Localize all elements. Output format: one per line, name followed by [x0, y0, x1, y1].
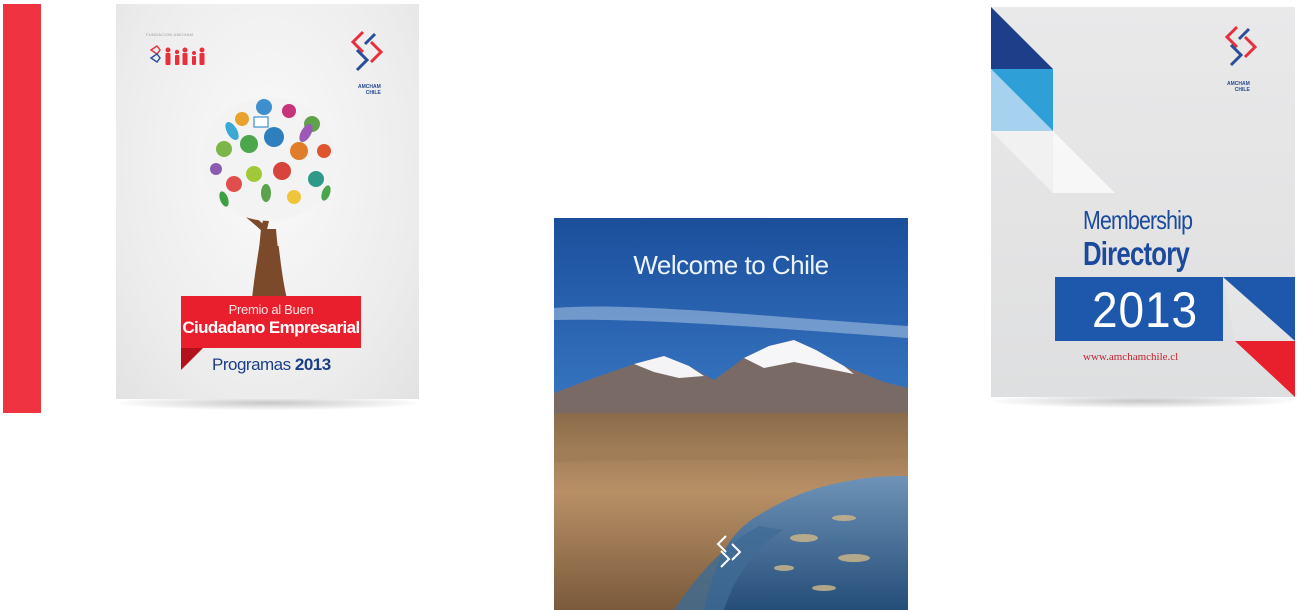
programs-label: Programas [212, 355, 291, 374]
amcham-mark-icon [716, 535, 742, 568]
tree-illustration [201, 97, 337, 299]
directory-year: 2013 [1091, 282, 1199, 338]
cover-membership-directory-2013[interactable]: AMCHAM CHILE Membership Directory 2013 w… [991, 7, 1295, 397]
programs-year: 2013 [294, 355, 331, 374]
foundation-logo: FUNDACION AMCHAM [146, 32, 208, 76]
programs-title: Programas 2013 [212, 355, 331, 375]
cover-premio-programas-2013[interactable]: FUNDACION AMCHAM AMCHAM CHILE Premio al … [116, 4, 419, 399]
cover-welcome-to-chile[interactable]: Welcome to Chile [554, 218, 908, 610]
directory-title-line-2: Directory [1083, 235, 1190, 272]
logo-line-2: CHILE [1234, 87, 1250, 93]
welcome-title: Welcome to Chile [633, 250, 829, 280]
accent-red-bar [3, 4, 41, 413]
amcham-logo-icon [1224, 25, 1258, 67]
award-banner: Premio al Buen Ciudadano Empresarial [181, 296, 361, 348]
foundation-logo-text: FUNDACION AMCHAM [146, 32, 194, 37]
directory-title-line-1: Membership [1083, 205, 1193, 235]
amcham-logo-text: AMCHAM CHILE [1227, 81, 1250, 93]
directory-url: www.amchamchile.cl [1083, 351, 1179, 363]
banner-line-1: Premio al Buen [228, 302, 314, 317]
amcham-logo-text: AMCHAM CHILE [358, 84, 381, 96]
banner-fold [181, 348, 203, 370]
amcham-logo-icon [350, 30, 384, 72]
logo-line-2: CHILE [365, 90, 381, 96]
people-icon [149, 45, 205, 65]
banner-line-2: Ciudadano Empresarial [182, 318, 360, 337]
